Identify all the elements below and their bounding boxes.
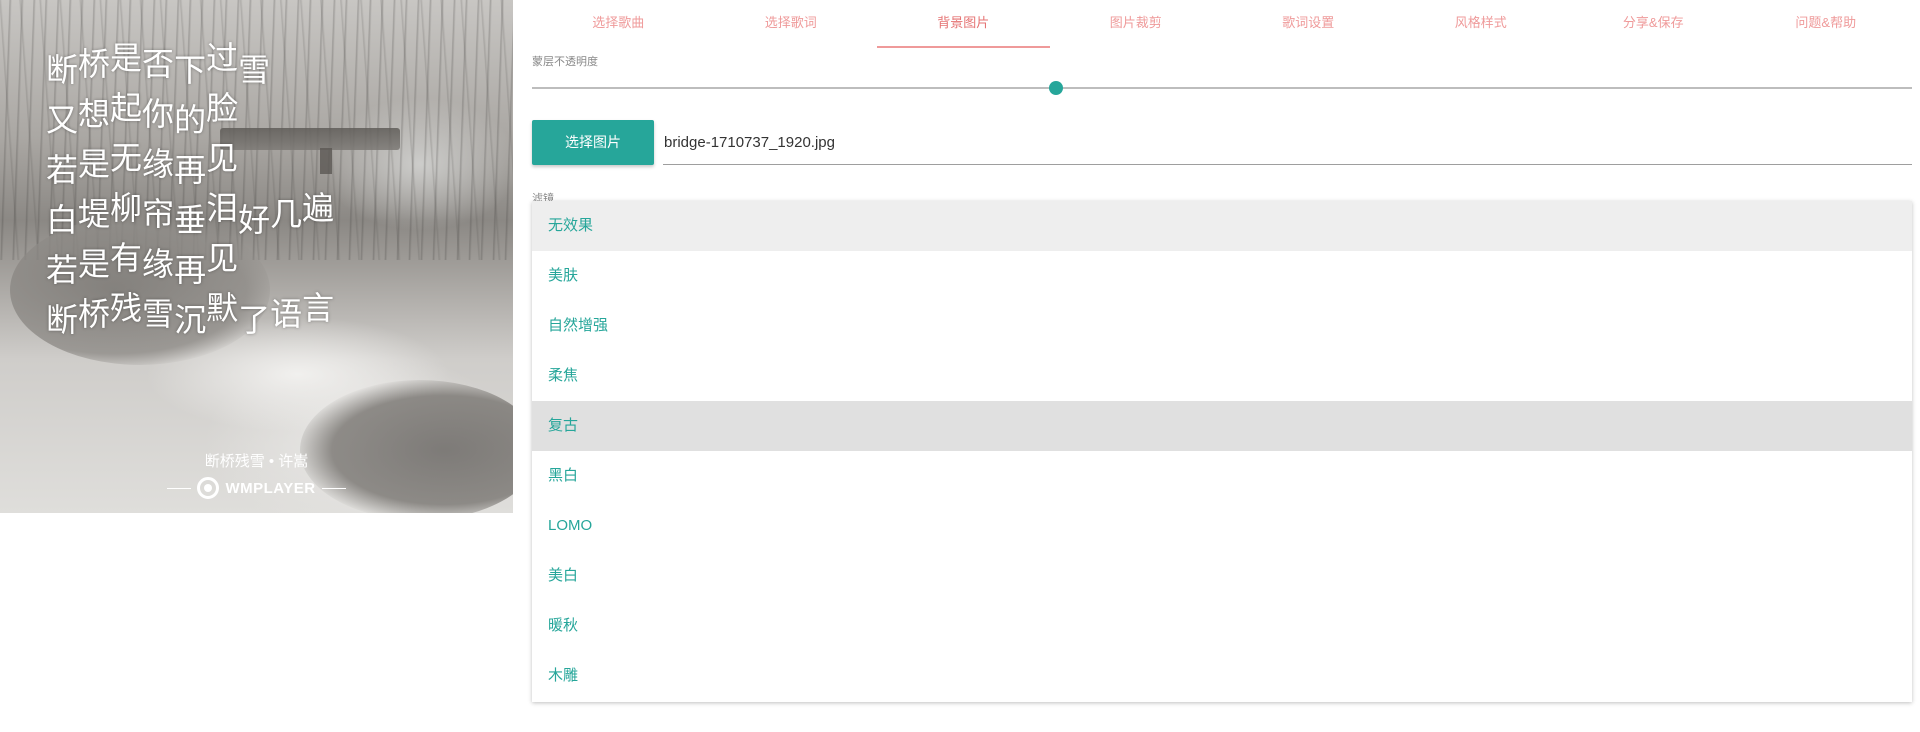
tab-style[interactable]: 风格样式: [1395, 0, 1568, 48]
slider-track[interactable]: [532, 87, 1912, 89]
lyric-char: 残: [110, 289, 143, 327]
filter-option[interactable]: 美肤: [532, 251, 1912, 301]
filter-option[interactable]: LOMO: [532, 501, 1912, 551]
lyric-char: 帘: [142, 195, 175, 233]
lyric-char: 好: [238, 201, 271, 239]
lyric-char: 白: [46, 201, 79, 239]
lyric-line: 断桥是否下过雪: [46, 42, 334, 98]
lyric-char: 是: [78, 245, 111, 283]
lyric-char: 语: [270, 295, 303, 333]
lyric-char: 断: [46, 301, 79, 339]
slider-thumb[interactable]: [1049, 81, 1064, 95]
lyric-char: 无: [110, 139, 143, 177]
lyric-line: 若是有缘再见: [46, 242, 334, 298]
tab-share-save[interactable]: 分享&保存: [1567, 0, 1740, 48]
lyric-line: 断桥残雪沉默了语言: [46, 292, 334, 348]
filter-option[interactable]: 黑白: [532, 451, 1912, 501]
lyric-char: 言: [302, 289, 335, 327]
lyric-char: 了: [238, 301, 271, 339]
filter-dropdown[interactable]: 无效果 美肤 自然增强 柔焦 复古 黑白 LOMO 美白 暖秋 木雕: [532, 201, 1912, 702]
filter-option[interactable]: 美白: [532, 551, 1912, 601]
filter-option[interactable]: 暖秋: [532, 601, 1912, 651]
lyric-char: 沉: [174, 301, 207, 339]
lyric-char: 缘: [142, 145, 175, 183]
lyric-char: 过: [206, 39, 239, 77]
lyrics-block: 断桥是否下过雪 又想起你的脸 若是无缘再见 白堤柳帘垂泪好几遍 若是有缘再见 断桥残雪沉默…: [46, 42, 334, 348]
image-filename-field[interactable]: bridge-1710737_1920.jpg: [663, 124, 1912, 165]
lyric-char: 默: [206, 289, 239, 327]
lyric-char: 若: [46, 151, 79, 189]
filter-option[interactable]: 自然增强: [532, 301, 1912, 351]
lyric-char: 想: [78, 95, 111, 133]
tab-lyric-settings[interactable]: 歌词设置: [1222, 0, 1395, 48]
opacity-slider[interactable]: [532, 80, 1912, 96]
lyric-char: 泪: [206, 189, 239, 227]
lyric-char: 缘: [142, 245, 175, 283]
tab-help[interactable]: 问题&帮助: [1740, 0, 1913, 48]
app-root: 断桥是否下过雪 又想起你的脸 若是无缘再见 白堤柳帘垂泪好几遍 若是有缘再见 断桥残雪沉默…: [0, 0, 1920, 732]
lyric-char: 有: [110, 239, 143, 277]
lyric-char: 又: [46, 101, 79, 139]
brand-name: WMPLAYER: [225, 479, 316, 497]
lyric-char: 几: [270, 195, 303, 233]
lyric-char: 是: [78, 145, 111, 183]
lyric-char: 见: [206, 139, 239, 177]
lyric-char: 再: [174, 251, 207, 289]
lyric-char: 垂: [174, 201, 207, 239]
lyric-char: 桥: [78, 295, 111, 333]
filter-option[interactable]: 无效果: [532, 201, 1912, 251]
tab-bar: 选择歌曲 选择歌词 背景图片 图片裁剪 歌词设置 风格样式 分享&保存 问题&帮…: [532, 0, 1912, 48]
tab-background-image[interactable]: 背景图片: [877, 0, 1050, 48]
lyric-char: 下: [174, 51, 207, 89]
lyric-char: 否: [142, 45, 175, 83]
lyric-poster-preview: 断桥是否下过雪 又想起你的脸 若是无缘再见 白堤柳帘垂泪好几遍 若是有缘再见 断桥残雪沉默…: [0, 0, 513, 513]
tab-select-song[interactable]: 选择歌曲: [532, 0, 705, 48]
lyric-char: 断: [46, 51, 79, 89]
lyric-char: 起: [110, 89, 143, 127]
filter-option[interactable]: 柔焦: [532, 351, 1912, 401]
lyric-char: 见: [206, 239, 239, 277]
brand-rule-right: [321, 487, 346, 489]
wmplayer-logo-icon: [197, 477, 220, 499]
opacity-label: 蒙层不透明度: [532, 56, 598, 68]
lyric-line: 白堤柳帘垂泪好几遍: [46, 192, 334, 248]
lyric-char: 雪: [142, 295, 175, 333]
lyric-char: 的: [174, 101, 207, 139]
lyric-char: 是: [110, 39, 143, 77]
lyric-char: 堤: [78, 195, 111, 233]
lyric-char: 再: [174, 151, 207, 189]
lyric-char: 若: [46, 251, 79, 289]
filter-option[interactable]: 复古: [532, 401, 1912, 451]
filter-option[interactable]: 木雕: [532, 651, 1912, 701]
brand-rule-left: [167, 487, 192, 489]
lyric-char: 遍: [302, 189, 335, 227]
choose-image-button[interactable]: 选择图片: [532, 120, 654, 165]
tab-select-lyrics[interactable]: 选择歌词: [705, 0, 878, 48]
lyric-line: 若是无缘再见: [46, 142, 334, 198]
lyric-line: 又想起你的脸: [46, 92, 334, 148]
lyric-char: 你: [142, 95, 175, 133]
lyric-char: 雪: [238, 51, 271, 89]
tab-image-crop[interactable]: 图片裁剪: [1050, 0, 1223, 48]
lyric-char: 桥: [78, 45, 111, 83]
lyric-char: 脸: [206, 89, 239, 127]
song-credit: 断桥残雪 • 许嵩: [204, 453, 309, 470]
brand-watermark: WMPLAYER: [0, 476, 513, 500]
lyric-char: 柳: [110, 189, 143, 227]
